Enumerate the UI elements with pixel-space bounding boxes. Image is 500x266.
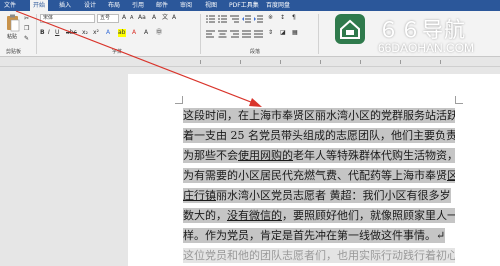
ribbon-divider: [200, 14, 201, 54]
paragraph-line[interactable]: 数大的，没有微信的，要照顾好他们，就像照顾家里人一: [183, 208, 455, 228]
tab-pdf-tools[interactable]: PDF工具集: [229, 0, 259, 11]
align-right-icon[interactable]: [230, 30, 239, 38]
hyperlink-text: 没有微信的: [227, 209, 282, 222]
tab-insert[interactable]: 插入: [59, 0, 71, 11]
decrease-indent-icon[interactable]: [242, 15, 251, 23]
hyperlink-text: 使用网购的: [238, 149, 293, 162]
hyperlink-text: 区: [447, 169, 455, 182]
font-size-select[interactable]: 五号: [97, 14, 119, 23]
borders-icon[interactable]: ▦: [292, 29, 298, 37]
subscript-icon[interactable]: x₂: [82, 29, 88, 37]
ribbon-tab-bar: 文件 开始 插入 设计 布局 引用 邮件 审阅 视图 PDF工具集 百度网盘: [0, 0, 500, 11]
change-case-icon[interactable]: Aa: [138, 14, 146, 22]
phonetic-icon[interactable]: 文: [162, 14, 168, 22]
strikethrough-icon[interactable]: abc: [66, 29, 77, 37]
increase-indent-icon[interactable]: [254, 15, 263, 23]
italic-icon[interactable]: I: [48, 29, 50, 37]
paragraph-line[interactable]: 着一支由 25 名党员带头组成的志愿团队，他们主要负责: [183, 128, 455, 148]
paragraph-group-label: 段落: [250, 49, 261, 55]
logo-house-icon: [340, 19, 360, 39]
format-painter-icon[interactable]: ✎: [24, 35, 29, 43]
cut-icon[interactable]: ✂: [24, 15, 29, 23]
text-effects-icon[interactable]: A: [106, 29, 110, 37]
paragraph-line[interactable]: 庄行镇丽水湾小区党员志愿者 黄超：我们小区有很多岁: [183, 188, 455, 208]
justify-icon[interactable]: [242, 30, 251, 38]
paragraph-line[interactable]: 这位党员和他的团队志愿者们，也用实际行动践行着初心: [183, 248, 455, 266]
shrink-font-icon[interactable]: A: [130, 14, 133, 22]
distributed-icon[interactable]: [254, 30, 263, 38]
copy-icon[interactable]: ❐: [24, 25, 29, 33]
watermark-title: ６６导航: [378, 18, 466, 42]
underline-icon[interactable]: U: [55, 29, 59, 37]
tab-mailings[interactable]: 邮件: [156, 0, 168, 11]
shading-icon[interactable]: ◪: [280, 29, 286, 37]
document-body[interactable]: 这段时间，在上海市奉贤区丽水湾小区的党群服务站活跃 着一支由 25 名党员带头组…: [183, 108, 455, 266]
font-group-label: 字体: [112, 49, 123, 55]
paste-icon[interactable]: [6, 14, 20, 32]
show-marks-icon[interactable]: ¶: [292, 14, 296, 22]
clear-format-icon[interactable]: A: [152, 14, 156, 22]
align-center-icon[interactable]: [218, 30, 227, 38]
font-name-select[interactable]: 宋体: [40, 14, 95, 23]
tab-review[interactable]: 审阅: [180, 0, 192, 11]
paragraph-line[interactable]: 为那些不会使用网购的老年人等特殊群体代购生活物资，: [183, 148, 455, 168]
char-shading-icon[interactable]: A: [144, 29, 148, 37]
site-logo: [335, 14, 365, 44]
bold-icon[interactable]: B: [40, 29, 45, 37]
enclose-char-icon[interactable]: ㊥: [156, 29, 162, 37]
tab-layout[interactable]: 布局: [108, 0, 120, 11]
align-left-icon[interactable]: [206, 30, 215, 38]
tab-file[interactable]: 文件: [4, 0, 16, 11]
paragraph-line[interactable]: 样。作为党员，肯定是首先冲在第一线做这件事情。↵: [183, 228, 455, 248]
ribbon-divider: [318, 14, 319, 54]
line-spacing-icon[interactable]: ⇕: [268, 29, 273, 37]
font-color-icon[interactable]: A: [132, 29, 136, 37]
tab-design[interactable]: 设计: [84, 0, 96, 11]
margin-corner-mark: [455, 96, 463, 104]
clipboard-group-label: 剪贴板: [6, 49, 22, 55]
ribbon-divider: [36, 14, 37, 54]
paste-button-label[interactable]: 粘贴: [7, 33, 17, 40]
watermark-url: 66DAOHAN.COM: [378, 41, 475, 55]
tab-view[interactable]: 视图: [205, 0, 217, 11]
char-border-icon[interactable]: A: [172, 14, 176, 22]
bullets-icon[interactable]: [206, 15, 215, 23]
superscript-icon[interactable]: x²: [93, 29, 99, 37]
grow-font-icon[interactable]: A: [122, 14, 126, 22]
horizontal-ruler: [0, 57, 500, 67]
highlight-icon[interactable]: ab: [118, 29, 126, 37]
margin-corner-mark: [175, 96, 183, 104]
multilevel-list-icon[interactable]: [230, 15, 239, 23]
numbering-icon[interactable]: [218, 15, 227, 23]
hyperlink-text: 庄行镇: [183, 189, 216, 202]
tab-baidu-netdisk[interactable]: 百度网盘: [266, 0, 290, 11]
tab-home[interactable]: 开始: [30, 0, 49, 11]
tab-references[interactable]: 引用: [132, 0, 144, 11]
chinese-layout-icon[interactable]: ※: [268, 14, 273, 22]
paragraph-line[interactable]: 为有需要的小区居民代充燃气费、代配药等上海市奉贤区: [183, 168, 455, 188]
sort-icon[interactable]: ↕: [280, 14, 285, 22]
paragraph-line[interactable]: 这段时间，在上海市奉贤区丽水湾小区的党群服务站活跃: [183, 108, 455, 128]
